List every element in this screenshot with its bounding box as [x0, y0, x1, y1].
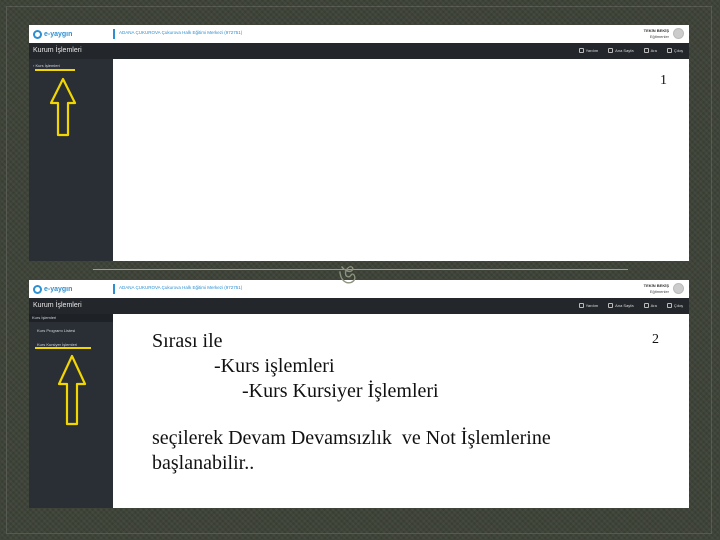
home-icon — [608, 48, 614, 53]
logo[interactable]: e-yaygın — [33, 284, 72, 294]
logo-icon — [33, 29, 42, 39]
logo[interactable]: e-yaygın — [33, 29, 72, 39]
search-icon — [643, 48, 649, 53]
avatar[interactable] — [673, 283, 684, 294]
nav-link-help[interactable]: Yardım — [578, 48, 599, 53]
slide-divider — [93, 269, 628, 270]
nav-links: Yardım Ana Sayfa Ara Çıkış — [578, 303, 683, 308]
sidebar-item-kurs-islemleri[interactable]: › Kurs İşlemleri — [33, 63, 60, 68]
logout-icon — [666, 48, 672, 53]
user-info[interactable]: TEKİN BEKİŞ Eğitmenler — [644, 283, 669, 294]
user-info[interactable]: TEKİN BEKİŞ Eğitmenler — [644, 28, 669, 39]
help-icon — [578, 303, 584, 308]
home-icon — [608, 303, 614, 308]
nav-link-label: Ana Sayfa — [615, 303, 634, 308]
highlight-underline — [35, 69, 75, 71]
nav-link-label: Çıkış — [673, 48, 683, 53]
up-arrow-icon — [49, 77, 77, 137]
search-icon — [643, 303, 649, 308]
sidebar-item-kurs-islemleri[interactable]: Kurs İşlemleri — [29, 314, 113, 322]
instruction-text: Sırası ile -Kurs işlemleri -Kurs Kursiye… — [152, 329, 652, 476]
nav-link-label: Ara — [650, 303, 657, 308]
user-role: Eğitmenler — [649, 33, 669, 39]
top-navbar: Kurum İşlemleri Yardım Ana Sayfa Ara Çık… — [29, 298, 689, 314]
nav-link-search[interactable]: Ara — [643, 303, 657, 308]
main-content — [113, 59, 689, 261]
user-role: Eğitmenler — [649, 288, 669, 294]
instruction-line: -Kurs işlemleri — [214, 355, 335, 377]
top-navbar: Kurum İşlemleri Yardım Ana Sayfa Ara Çık… — [29, 43, 689, 59]
user-name: TEKİN BEKİŞ — [643, 283, 669, 288]
nav-link-search[interactable]: Ara — [643, 48, 657, 53]
header-divider — [113, 284, 115, 294]
app-header: e-yaygın ADANA ÇUKUROVA Çukurova Halk Eğ… — [29, 25, 689, 44]
instruction-line: Sırası ile — [152, 330, 223, 352]
user-name: TEKİN BEKİŞ — [643, 28, 669, 33]
nav-title: Kurum İşlemleri — [33, 302, 82, 309]
logo-text: e-yaygın — [44, 30, 73, 38]
logo-text: e-yaygın — [44, 285, 73, 293]
app-header: e-yaygın ADANA ÇUKUROVA Çukurova Halk Eğ… — [29, 280, 689, 299]
nav-link-label: Ara — [650, 48, 657, 53]
help-icon — [578, 48, 584, 53]
sidebar-item-label: Kurs İşlemleri — [32, 315, 57, 320]
instruction-line: başlanabilir.. — [152, 452, 255, 474]
sidebar-item-label: Kurs Programı Listesi — [37, 328, 76, 333]
avatar[interactable] — [673, 28, 684, 39]
nav-title: Kurum İşlemleri — [33, 47, 82, 54]
screenshot-1: e-yaygın ADANA ÇUKUROVA Çukurova Halk Eğ… — [29, 25, 689, 261]
logo-icon — [33, 284, 42, 294]
sidebar-item-label: Kurs İşlemleri — [35, 63, 60, 68]
instruction-line: -Kurs Kursiyer İşlemleri — [242, 380, 439, 402]
nav-link-logout[interactable]: Çıkış — [666, 303, 683, 308]
nav-link-home[interactable]: Ana Sayfa — [608, 303, 634, 308]
ornament-glyph: ঙ — [338, 260, 358, 290]
nav-link-label: Yardım — [585, 48, 599, 53]
nav-link-home[interactable]: Ana Sayfa — [608, 48, 634, 53]
header-divider — [113, 29, 115, 39]
nav-link-label: Yardım — [585, 303, 599, 308]
nav-links: Yardım Ana Sayfa Ara Çıkış — [578, 48, 683, 53]
highlight-underline — [35, 347, 91, 349]
organization-name: ADANA ÇUKUROVA Çukurova Halk Eğitimi Mer… — [119, 285, 243, 290]
organization-name: ADANA ÇUKUROVA Çukurova Halk Eğitimi Mer… — [119, 30, 243, 35]
nav-link-logout[interactable]: Çıkış — [666, 48, 683, 53]
up-arrow-icon — [57, 354, 87, 426]
instruction-spacer — [152, 404, 652, 426]
logout-icon — [666, 303, 672, 308]
instruction-line: seçilerek Devam Devamsızlık ve Not İşlem… — [152, 427, 551, 449]
sidebar-item-kurs-programi-listesi[interactable]: Kurs Programı Listesi — [37, 328, 75, 333]
slide-number-2: 2 — [652, 332, 659, 347]
slide-number-1: 1 — [660, 73, 667, 88]
nav-link-label: Çıkış — [673, 303, 683, 308]
nav-link-help[interactable]: Yardım — [578, 303, 599, 308]
nav-link-label: Ana Sayfa — [615, 48, 634, 53]
